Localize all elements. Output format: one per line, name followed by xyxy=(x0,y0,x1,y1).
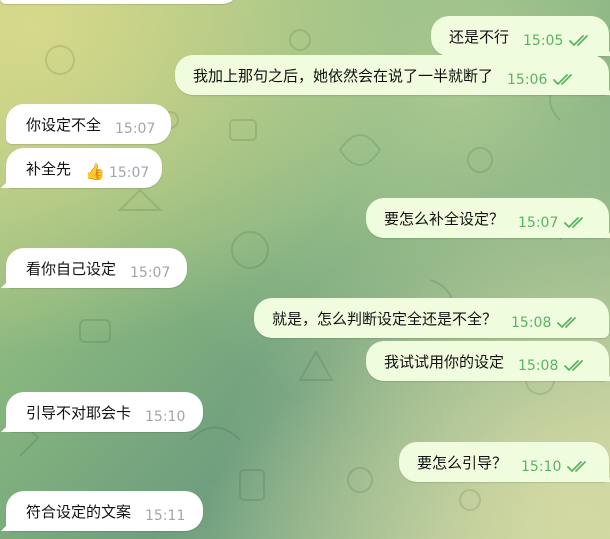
double-check-icon xyxy=(557,316,581,330)
message-outgoing[interactable]: 还是不行 15:05 xyxy=(431,16,610,56)
message-time: 15:07 xyxy=(518,215,559,231)
message-time: 15:08 xyxy=(511,315,552,331)
message-outgoing[interactable]: 我试试用你的设定 15:08 xyxy=(366,341,610,381)
message-incoming[interactable]: 你设定不全 15:07 xyxy=(6,104,171,144)
message-text: 符合设定的文案 xyxy=(26,502,132,521)
message-time: 15:07 xyxy=(108,165,150,181)
message-text: 我加上那句之后，她依然会在说了一半就断了 xyxy=(193,66,494,85)
message-outgoing[interactable]: 就是，怎么判断设定全还是不全？ 15:08 xyxy=(254,298,609,338)
message-text: 要怎么引导？ xyxy=(417,453,508,472)
thumbs-up-icon[interactable]: 👍 xyxy=(85,162,105,181)
message-time: 15:08 xyxy=(518,358,559,374)
message-incoming[interactable]: 引导不对耶会卡 15:10 xyxy=(1,392,203,432)
message-outgoing[interactable]: 要怎么补全设定？ 15:07 xyxy=(366,198,610,238)
message-outgoing[interactable]: 我加上那句之后，她依然会在说了一半就断了 15:06 xyxy=(175,55,610,95)
double-check-icon xyxy=(553,73,577,87)
message-text: 还是不行 xyxy=(449,27,510,46)
message-outgoing[interactable]: 要怎么引导？ 15:10 xyxy=(399,442,610,482)
message-incoming[interactable]: 看你自己设定 15:07 xyxy=(1,248,187,288)
message-time: 15:10 xyxy=(521,459,562,475)
message-time: 15:05 xyxy=(523,33,564,49)
double-check-icon xyxy=(567,460,591,474)
message-time: 15:07 xyxy=(115,121,156,137)
message-text: 看你自己设定 xyxy=(26,259,117,278)
message-text: 我试试用你的设定 xyxy=(384,352,505,371)
message-incoming[interactable]: 补全先 👍 15:07 xyxy=(1,148,162,188)
message-incoming[interactable]: 符合设定的文案 15:11 xyxy=(1,491,203,531)
message-text: 你设定不全 xyxy=(26,115,102,134)
message-text: 要怎么补全设定？ xyxy=(384,209,505,228)
message-time: 15:06 xyxy=(507,72,548,88)
double-check-icon xyxy=(564,216,588,230)
double-check-icon xyxy=(564,359,588,373)
message-time: 15:10 xyxy=(145,409,186,425)
double-check-icon xyxy=(569,34,593,48)
message-text: 就是，怎么判断设定全还是不全？ xyxy=(272,309,498,328)
message-time: 15:07 xyxy=(130,265,171,281)
message-time: 15:11 xyxy=(145,508,186,524)
message-text: 补全先 xyxy=(26,159,72,178)
message-text: 引导不对耶会卡 xyxy=(26,403,132,422)
partial-incoming-message xyxy=(0,0,240,4)
